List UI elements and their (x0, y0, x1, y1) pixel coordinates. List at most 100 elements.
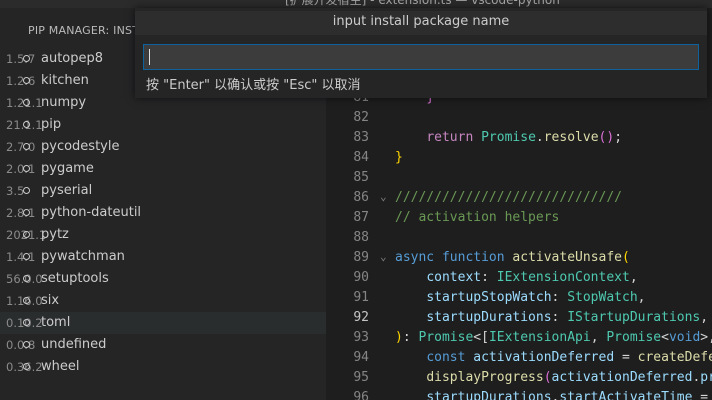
code-text: // activation helpers (395, 210, 559, 225)
line-number: 92 (353, 310, 369, 325)
code-text: context: IExtensionContext, (395, 270, 637, 285)
package-version: 1.4.1 (6, 250, 36, 264)
line-number: 93 (353, 330, 369, 345)
package-item[interactable]: pygame 2.0.1 (0, 158, 326, 180)
package-circle-icon (23, 165, 30, 172)
line-number: 83 (353, 130, 369, 145)
package-item[interactable]: setuptools 56.0.0 (0, 268, 326, 290)
package-item[interactable]: wheel 0.36.2 (0, 356, 326, 378)
code-token: displayProgress (426, 370, 544, 385)
code-line: 83 return Promise.resolve(); (326, 130, 712, 150)
code-text: } (395, 150, 403, 165)
package-item[interactable]: six 1.16.0 (0, 290, 326, 312)
package-item[interactable]: pycodestyle 2.7.0 (0, 136, 326, 158)
code-line: 88 (326, 230, 712, 250)
package-item[interactable]: pip 21.1.1 (0, 114, 326, 136)
package-circle-icon (23, 363, 30, 370)
code-token: activationDeferred (551, 370, 693, 385)
line-number: 88 (353, 230, 369, 245)
code-token: IStartupDurations (567, 310, 701, 325)
package-version: 3.5 (6, 184, 25, 198)
package-name: toml (41, 315, 71, 330)
quick-input-widget: input install package name 按 "Enter" 以确认… (135, 8, 707, 98)
code-line: 91 startupStopWatch: StopWatch, (326, 290, 712, 310)
package-item[interactable]: toml 0.10.2 (0, 312, 326, 334)
package-name: wheel (41, 359, 80, 374)
code-token: = (692, 390, 709, 400)
code-token: activationDeferred (473, 350, 615, 365)
code-token: startupDurations (426, 310, 552, 325)
package-version: 2.8.1 (6, 206, 36, 220)
code-token: IExtensionContext (496, 270, 630, 285)
code-text: ///////////////////////////// (395, 190, 622, 205)
code-line: 90 context: IExtensionContext, (326, 270, 712, 290)
package-name: pycodestyle (41, 139, 120, 154)
package-version: 2.0.1 (6, 162, 36, 176)
line-number: 89 (353, 250, 369, 265)
code-line: 92 startupDurations: IStartupDurations, (326, 310, 712, 330)
package-name: pip (41, 117, 62, 132)
code-line: 93): Promise<[IExtensionApi, Promise<voi… (326, 330, 712, 350)
line-number: 84 (353, 150, 369, 165)
package-circle-icon (23, 99, 30, 106)
code-token: : (402, 330, 419, 345)
quick-input-hint: 按 "Enter" 以确认或按 "Esc" 以取消 (146, 78, 361, 93)
title-bar: [扩展开发宿主] - extension.ts — vscode-python (0, 0, 712, 8)
code-token: : (551, 310, 568, 325)
code-text: startupDurations.startActivateTime = (395, 390, 708, 400)
code-line: 94 const activationDeferred = createDefe (326, 350, 712, 370)
code-line: 85 (326, 170, 712, 190)
code-token: ) (395, 330, 403, 345)
package-item[interactable]: python-dateutil 2.8.1 (0, 202, 326, 224)
package-name: autopep8 (41, 51, 104, 66)
code-text: const activationDeferred = createDefe (395, 350, 712, 365)
code-token: >, (700, 330, 712, 345)
code-token: resolve (543, 130, 599, 145)
code-token: void (668, 330, 701, 345)
code-text: return Promise.resolve(); (395, 130, 622, 145)
line-number: 94 (353, 350, 369, 365)
package-circle-icon (23, 121, 30, 128)
line-number: 86 (353, 190, 369, 205)
package-name: numpy (41, 95, 87, 110)
code-token: } (395, 150, 403, 165)
fold-chevron-icon[interactable]: ⌄ (380, 190, 387, 203)
package-name: kitchen (41, 73, 89, 88)
package-name: pyserial (41, 183, 93, 198)
code-token: createDefe (637, 350, 712, 365)
code-text: async function activateUnsafe( (395, 250, 630, 265)
package-item[interactable]: pywatchman 1.4.1 (0, 246, 326, 268)
package-item[interactable]: pytz 2021.1 (0, 224, 326, 246)
line-number: 96 (353, 390, 369, 400)
package-circle-icon (23, 297, 30, 304)
code-token: , (590, 330, 607, 345)
code-token: ( (543, 370, 552, 385)
package-name: six (41, 293, 60, 308)
line-number: 90 (353, 270, 369, 285)
code-text: startupDurations: IStartupDurations, (395, 310, 708, 325)
code-token: startActivateTime (559, 390, 693, 400)
code-token: context (426, 270, 482, 285)
package-circle-icon (23, 319, 30, 326)
package-item[interactable]: pyserial 3.5 (0, 180, 326, 202)
code-token: < (661, 330, 669, 345)
fold-chevron-icon[interactable]: ⌄ (380, 250, 387, 263)
line-number: 91 (353, 290, 369, 305)
package-name: setuptools (41, 271, 109, 286)
quick-input-title: input install package name (135, 11, 707, 35)
code-token: <[ (473, 330, 489, 345)
package-item[interactable]: undefined 0.0.8 (0, 334, 326, 356)
package-name-input[interactable] (143, 44, 699, 70)
code-token: startupStopWatch (426, 290, 552, 305)
package-circle-icon (23, 253, 30, 260)
package-circle-icon (23, 275, 30, 282)
code-token: : (551, 290, 568, 305)
code-token: IExtensionApi (488, 330, 591, 345)
code-token: Promise (606, 330, 662, 345)
